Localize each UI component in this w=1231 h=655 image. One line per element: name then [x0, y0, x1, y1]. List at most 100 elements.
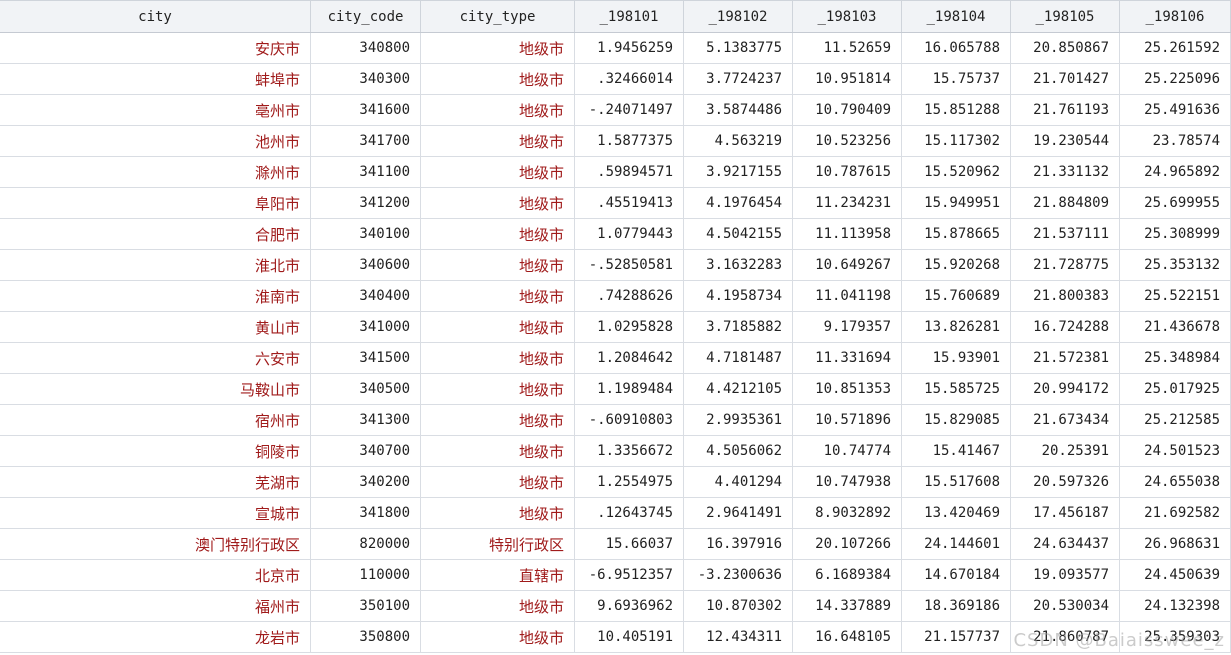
table-row[interactable]: 澳门特别行政区 820000 特别行政区 15.66037 16.397916 20.10…	[0, 529, 1231, 560]
cell-198104[interactable]: 15.93901	[902, 343, 1011, 373]
cell-city[interactable]: 六安市	[0, 343, 311, 373]
cell-198103[interactable]: 10.571896	[793, 405, 902, 435]
cell-198104[interactable]: 24.144601	[902, 529, 1011, 559]
cell-198103[interactable]: 10.747938	[793, 467, 902, 497]
cell-198102[interactable]: 2.9641491	[684, 498, 793, 528]
cell-city-code[interactable]: 350800	[311, 622, 421, 652]
cell-198104[interactable]: 15.520962	[902, 157, 1011, 187]
cell-city[interactable]: 池州市	[0, 126, 311, 156]
cell-198102[interactable]: 4.1976454	[684, 188, 793, 218]
cell-198101[interactable]: 1.1989484	[575, 374, 684, 404]
cell-198101[interactable]: -6.9512357	[575, 560, 684, 590]
column-header-198106[interactable]: _198106	[1120, 1, 1231, 32]
table-row[interactable]: 亳州市 341600 地级市 -.24071497 3.5874486 10.790409…	[0, 95, 1231, 126]
cell-198101[interactable]: 1.9456259	[575, 33, 684, 63]
cell-198105[interactable]: 20.25391	[1011, 436, 1120, 466]
cell-198103[interactable]: 10.649267	[793, 250, 902, 280]
cell-198102[interactable]: 3.7185882	[684, 312, 793, 342]
cell-198102[interactable]: 4.1958734	[684, 281, 793, 311]
cell-198106[interactable]: 21.436678	[1120, 312, 1231, 342]
cell-198106[interactable]: 25.348984	[1120, 343, 1231, 373]
cell-198103[interactable]: 10.523256	[793, 126, 902, 156]
cell-city-type[interactable]: 地级市	[421, 250, 575, 280]
cell-city-code[interactable]: 340800	[311, 33, 421, 63]
cell-198102[interactable]: 10.870302	[684, 591, 793, 621]
cell-city-type[interactable]: 地级市	[421, 188, 575, 218]
cell-198105[interactable]: 19.230544	[1011, 126, 1120, 156]
cell-198105[interactable]: 21.860787	[1011, 622, 1120, 652]
cell-198101[interactable]: .74288626	[575, 281, 684, 311]
cell-198106[interactable]: 24.655038	[1120, 467, 1231, 497]
cell-198101[interactable]: 10.405191	[575, 622, 684, 652]
cell-198105[interactable]: 24.634437	[1011, 529, 1120, 559]
cell-city[interactable]: 宿州市	[0, 405, 311, 435]
cell-198103[interactable]: 8.9032892	[793, 498, 902, 528]
cell-city-type[interactable]: 地级市	[421, 591, 575, 621]
cell-city[interactable]: 宣城市	[0, 498, 311, 528]
cell-198102[interactable]: 3.1632283	[684, 250, 793, 280]
cell-198104[interactable]: 15.949951	[902, 188, 1011, 218]
cell-198106[interactable]: 25.212585	[1120, 405, 1231, 435]
cell-198101[interactable]: .32466014	[575, 64, 684, 94]
cell-city-code[interactable]: 340200	[311, 467, 421, 497]
cell-198104[interactable]: 21.157737	[902, 622, 1011, 652]
cell-city-code[interactable]: 341200	[311, 188, 421, 218]
cell-198104[interactable]: 15.829085	[902, 405, 1011, 435]
cell-city-code[interactable]: 340400	[311, 281, 421, 311]
cell-198106[interactable]: 25.522151	[1120, 281, 1231, 311]
cell-198102[interactable]: 16.397916	[684, 529, 793, 559]
cell-198102[interactable]: 4.5056062	[684, 436, 793, 466]
cell-198104[interactable]: 16.065788	[902, 33, 1011, 63]
cell-city[interactable]: 澳门特别行政区	[0, 529, 311, 559]
cell-198101[interactable]: 1.0295828	[575, 312, 684, 342]
cell-198106[interactable]: 26.968631	[1120, 529, 1231, 559]
cell-city-type[interactable]: 地级市	[421, 405, 575, 435]
table-row[interactable]: 芜湖市 340200 地级市 1.2554975 4.401294 10.747938 15…	[0, 467, 1231, 498]
cell-city-type[interactable]: 地级市	[421, 436, 575, 466]
cell-198102[interactable]: 4.7181487	[684, 343, 793, 373]
cell-198106[interactable]: 24.132398	[1120, 591, 1231, 621]
cell-city[interactable]: 北京市	[0, 560, 311, 590]
cell-198106[interactable]: 25.261592	[1120, 33, 1231, 63]
cell-198104[interactable]: 15.920268	[902, 250, 1011, 280]
cell-city-type[interactable]: 地级市	[421, 157, 575, 187]
cell-city-code[interactable]: 350100	[311, 591, 421, 621]
cell-city[interactable]: 滁州市	[0, 157, 311, 187]
cell-198105[interactable]: 20.597326	[1011, 467, 1120, 497]
cell-198105[interactable]: 20.530034	[1011, 591, 1120, 621]
cell-city[interactable]: 合肥市	[0, 219, 311, 249]
cell-city-type[interactable]: 地级市	[421, 281, 575, 311]
cell-198106[interactable]: 23.78574	[1120, 126, 1231, 156]
cell-198105[interactable]: 20.850867	[1011, 33, 1120, 63]
cell-198106[interactable]: 24.965892	[1120, 157, 1231, 187]
column-header-city[interactable]: city	[0, 1, 311, 32]
cell-198103[interactable]: 10.787615	[793, 157, 902, 187]
table-row[interactable]: 安庆市 340800 地级市 1.9456259 5.1383775 11.52659 16…	[0, 33, 1231, 64]
cell-198104[interactable]: 14.670184	[902, 560, 1011, 590]
cell-198101[interactable]: .59894571	[575, 157, 684, 187]
cell-198101[interactable]: 1.2084642	[575, 343, 684, 373]
cell-city-type[interactable]: 地级市	[421, 219, 575, 249]
cell-198105[interactable]: 21.331132	[1011, 157, 1120, 187]
cell-198104[interactable]: 15.878665	[902, 219, 1011, 249]
cell-198104[interactable]: 13.420469	[902, 498, 1011, 528]
cell-198103[interactable]: 14.337889	[793, 591, 902, 621]
column-header-198103[interactable]: _198103	[793, 1, 902, 32]
cell-city-code[interactable]: 340500	[311, 374, 421, 404]
table-row[interactable]: 宣城市 341800 地级市 .12643745 2.9641491 8.9032892 1…	[0, 498, 1231, 529]
cell-198103[interactable]: 10.790409	[793, 95, 902, 125]
cell-198106[interactable]: 21.692582	[1120, 498, 1231, 528]
cell-198104[interactable]: 13.826281	[902, 312, 1011, 342]
table-row[interactable]: 蚌埠市 340300 地级市 .32466014 3.7724237 10.951814 1…	[0, 64, 1231, 95]
cell-city-code[interactable]: 341000	[311, 312, 421, 342]
table-row[interactable]: 池州市 341700 地级市 1.5877375 4.563219 10.523256 15…	[0, 126, 1231, 157]
cell-city[interactable]: 蚌埠市	[0, 64, 311, 94]
cell-city[interactable]: 安庆市	[0, 33, 311, 63]
cell-198105[interactable]: 21.800383	[1011, 281, 1120, 311]
cell-198102[interactable]: 4.401294	[684, 467, 793, 497]
cell-city-code[interactable]: 340300	[311, 64, 421, 94]
cell-city[interactable]: 淮南市	[0, 281, 311, 311]
cell-city[interactable]: 铜陵市	[0, 436, 311, 466]
table-row[interactable]: 滁州市 341100 地级市 .59894571 3.9217155 10.787615 1…	[0, 157, 1231, 188]
cell-198103[interactable]: 20.107266	[793, 529, 902, 559]
